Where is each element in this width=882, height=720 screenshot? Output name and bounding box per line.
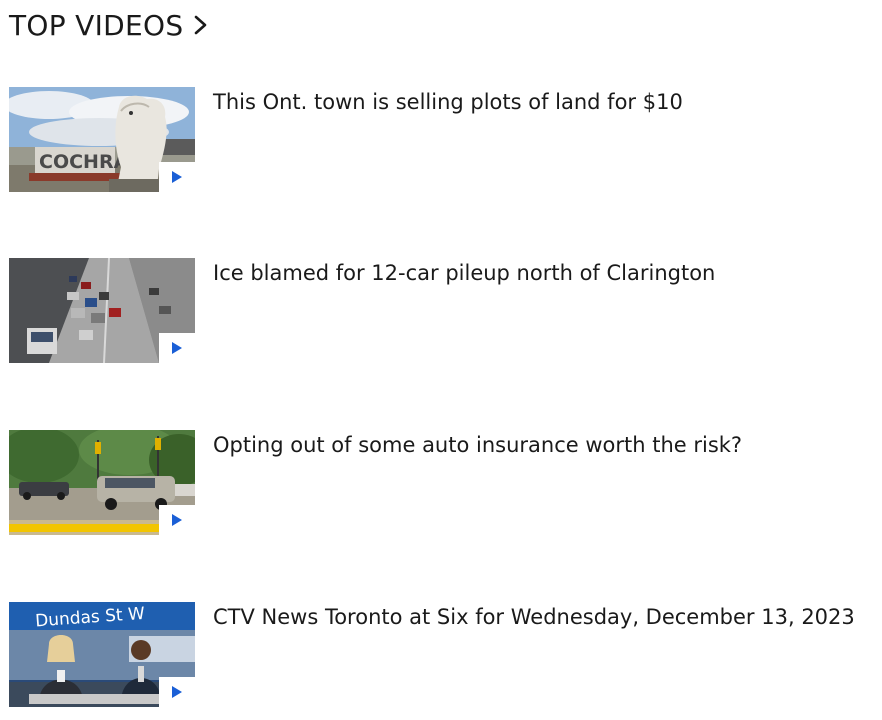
play-badge[interactable]	[159, 505, 195, 535]
section-title: TOP VIDEOS	[9, 8, 184, 42]
play-icon	[172, 342, 182, 354]
play-badge[interactable]	[159, 677, 195, 707]
play-icon	[172, 171, 182, 183]
video-thumbnail[interactable]	[9, 430, 195, 535]
play-badge[interactable]	[159, 333, 195, 363]
chevron-right-icon	[195, 15, 207, 35]
video-thumbnail[interactable]	[9, 258, 195, 363]
play-icon	[172, 514, 182, 526]
video-title[interactable]: CTV News Toronto at Six for Wednesday, D…	[213, 602, 873, 632]
top-videos-header[interactable]: TOP VIDEOS	[9, 6, 211, 44]
video-title[interactable]: This Ont. town is selling plots of land …	[213, 87, 873, 117]
video-thumbnail[interactable]: Dundas St W	[9, 602, 195, 707]
play-badge[interactable]	[159, 162, 195, 192]
video-item[interactable]: Ice blamed for 12-car pileup north of Cl…	[9, 258, 875, 363]
video-title[interactable]: Ice blamed for 12-car pileup north of Cl…	[213, 258, 873, 288]
video-thumbnail[interactable]: COCHRANE	[9, 87, 195, 192]
video-item[interactable]: Dundas St W CTV News Toronto at Six for …	[9, 602, 875, 707]
video-item[interactable]: Opting out of some auto insurance worth …	[9, 430, 875, 535]
video-item[interactable]: COCHRANE This Ont. town is selling plots…	[9, 87, 875, 192]
video-title[interactable]: Opting out of some auto insurance worth …	[213, 430, 873, 460]
play-icon	[172, 686, 182, 698]
